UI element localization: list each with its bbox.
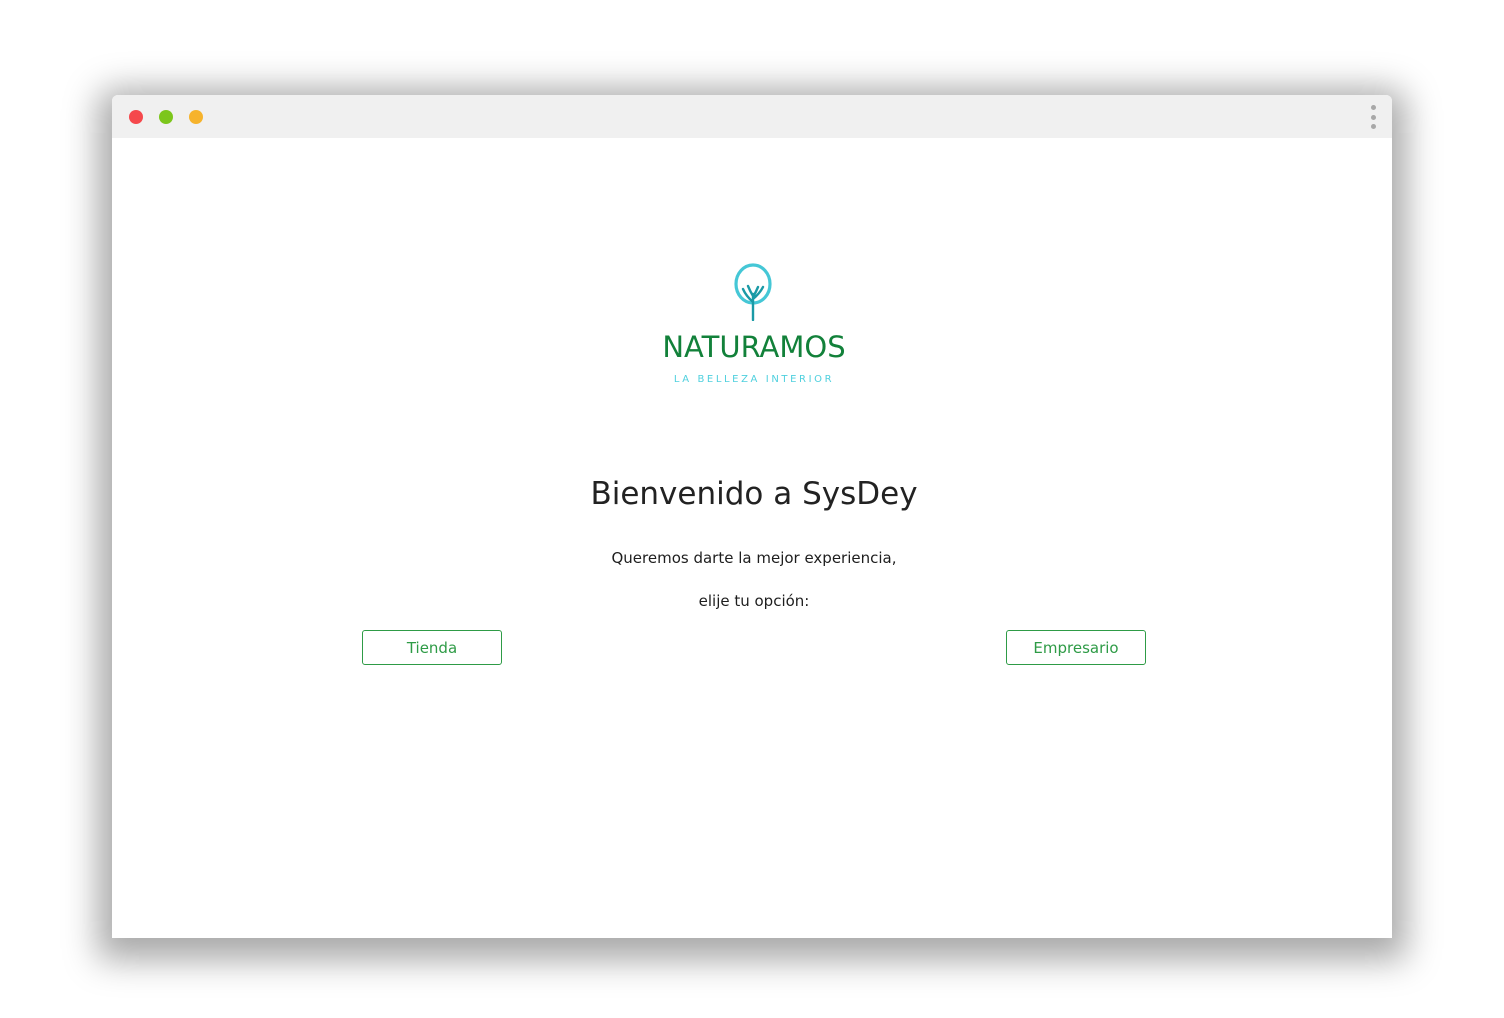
brand-name: NATURAMOS: [662, 330, 846, 364]
page-content: NATURAMOS LA BELLEZA INTERIOR Bienvenido…: [112, 138, 1392, 938]
window-titlebar: [112, 95, 1392, 138]
tree-icon: [734, 263, 772, 321]
maximize-window-button[interactable]: [189, 110, 203, 124]
kebab-vertical-icon[interactable]: [1365, 105, 1381, 129]
brand-tagline: LA BELLEZA INTERIOR: [673, 374, 835, 385]
welcome-title: Bienvenido a SysDey: [590, 476, 918, 512]
choose-option-prompt: elije tu opción:: [698, 592, 810, 610]
browser-window: NATURAMOS LA BELLEZA INTERIOR Bienvenido…: [112, 95, 1392, 938]
minimize-window-button[interactable]: [159, 110, 173, 124]
welcome-subtitle: Queremos darte la mejor experiencia,: [611, 549, 897, 567]
screen: NATURAMOS LA BELLEZA INTERIOR Bienvenido…: [0, 0, 1504, 1018]
empresario-button[interactable]: Empresario: [1006, 630, 1146, 665]
tienda-button[interactable]: Tienda: [362, 630, 502, 665]
close-window-button[interactable]: [129, 110, 143, 124]
